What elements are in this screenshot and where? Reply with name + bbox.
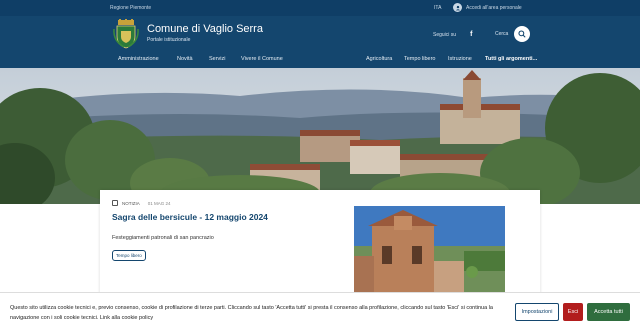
facebook-icon[interactable]: f [470,31,472,38]
news-tag[interactable]: Tempo libero [112,250,146,261]
topic-tempo-libero[interactable]: Tempo libero [404,56,436,62]
social-links: Seguici su f [433,31,472,38]
news-date: 01 MAG 24 [147,200,171,206]
cookie-settings-button[interactable]: Impostazioni [515,303,559,321]
site-subtitle: Portale istituzionale [147,37,191,43]
cookie-exit-button[interactable]: Esci [563,303,583,321]
site-header: Comune di Vaglio Serra Portale istituzio… [0,16,640,68]
site-title[interactable]: Comune di Vaglio Serra [147,23,263,35]
login-button[interactable]: Accedi all'area personale [453,3,522,12]
topic-istruzione[interactable]: Istruzione [448,56,472,62]
news-title[interactable]: Sagra delle bersicule - 12 maggio 2024 [112,212,268,222]
news-card[interactable]: NOTIZIA 01 MAG 24 Sagra delle bersicule … [100,190,540,300]
main-nav: Amministrazione Novità Servizi Vivere il… [0,56,640,66]
region-link[interactable]: Regione Piemonte [110,5,151,11]
crest-icon[interactable] [112,19,140,49]
news-category: NOTIZIA [122,200,140,206]
user-icon [453,3,462,12]
topic-all[interactable]: Tutti gli argomenti... [485,56,537,62]
cookie-banner: Questo sito utilizza cookie tecnici e, p… [0,292,640,331]
search-icon [518,30,526,38]
top-bar: Regione Piemonte ITA Accedi all'area per… [0,0,640,16]
login-label: Accedi all'area personale [466,4,522,11]
calendar-icon [112,200,118,206]
topic-agricoltura[interactable]: Agricoltura [366,56,392,62]
social-label: Seguici su [433,31,457,38]
nav-item-vivere[interactable]: Vivere il Comune [241,56,283,62]
cookie-accept-button[interactable]: Accetta tutti [587,303,630,321]
search-button[interactable] [514,26,530,42]
news-image[interactable] [354,206,505,300]
nav-item-novita[interactable]: Novità [177,56,193,62]
news-description: Festeggiamenti patronali di san pancrazi… [112,235,214,241]
nav-item-amministrazione[interactable]: Amministrazione [118,56,159,62]
hero-image [0,68,640,204]
search-label: Cerca [495,31,509,37]
cookie-text: Questo sito utilizza cookie tecnici e, p… [10,305,493,321]
news-meta: NOTIZIA 01 MAG 24 [112,200,171,206]
language-selector[interactable]: ITA [434,5,441,11]
nav-item-servizi[interactable]: Servizi [209,56,226,62]
